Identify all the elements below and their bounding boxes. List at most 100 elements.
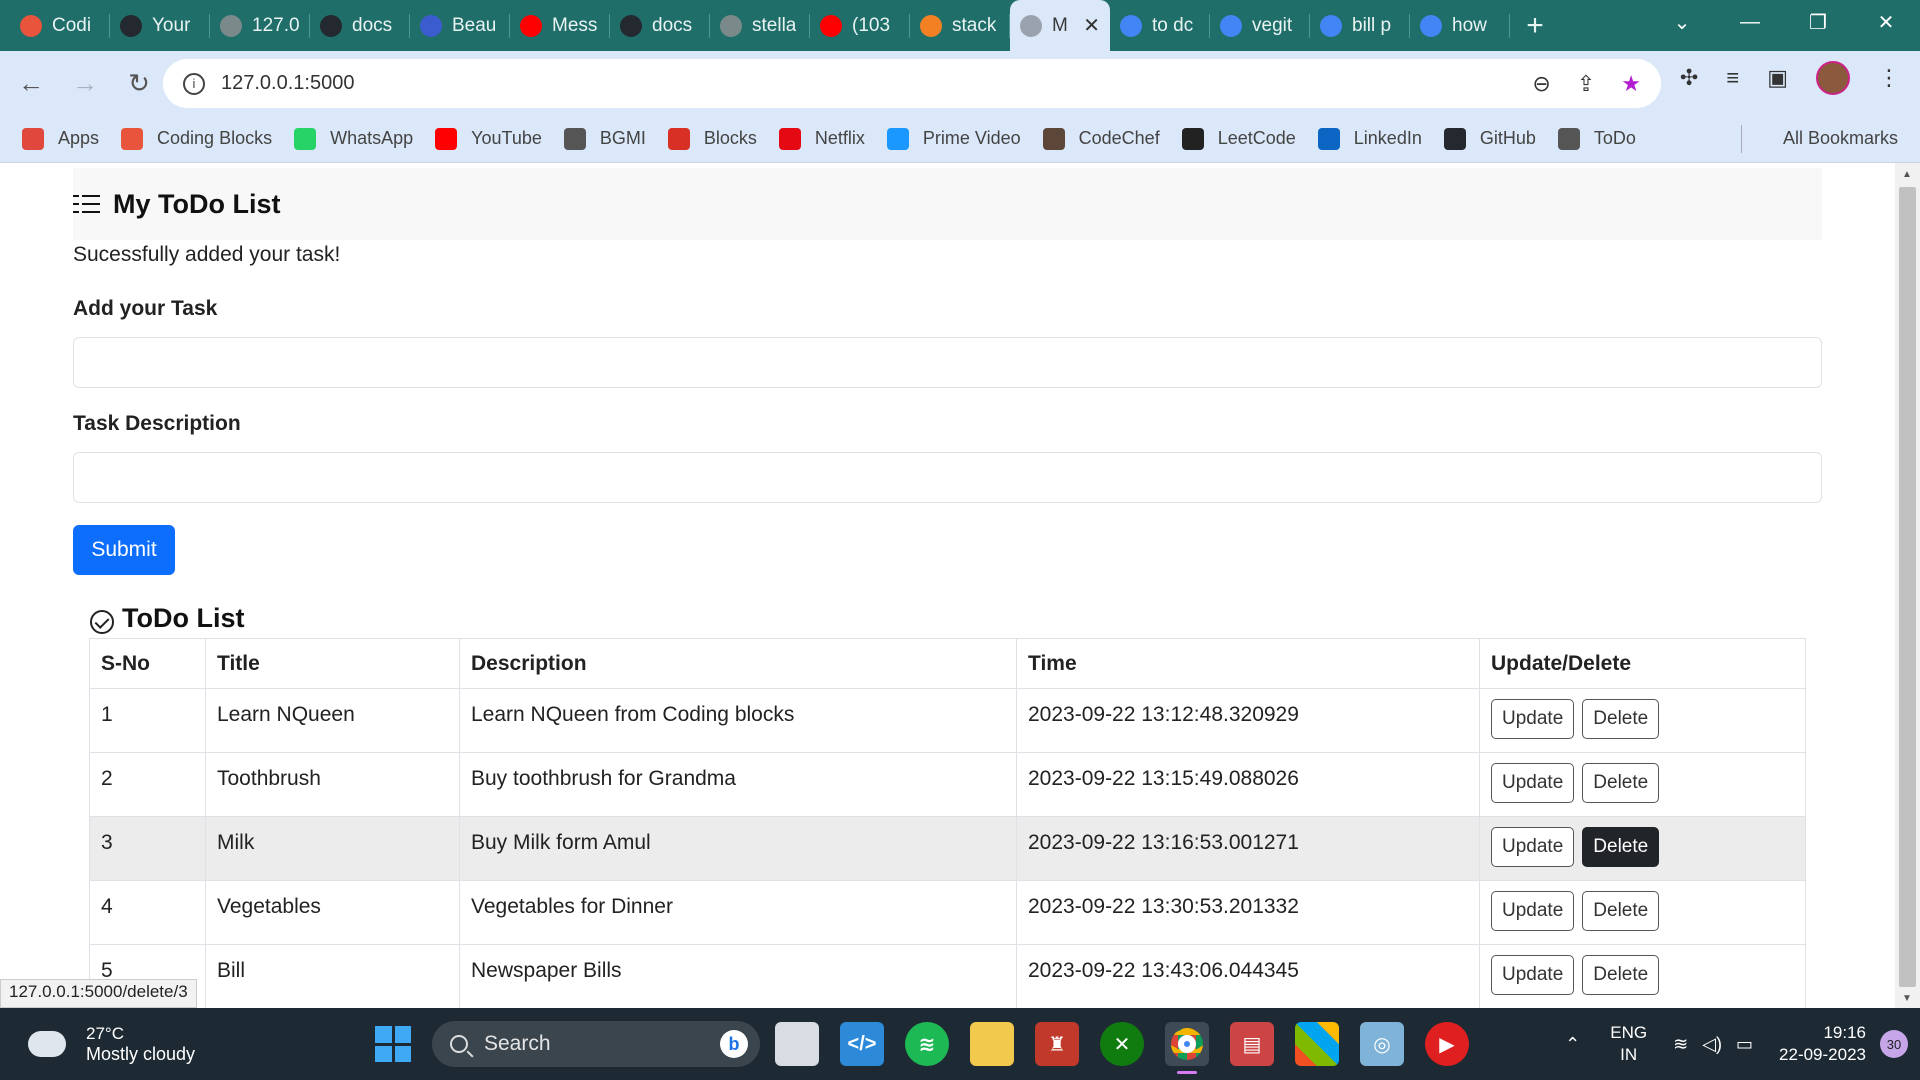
reload-button[interactable]: ↻ (116, 60, 162, 106)
extensions-icon[interactable]: ✣ (1680, 65, 1698, 91)
scrollbar-thumb[interactable] (1899, 187, 1916, 987)
browser-tab[interactable]: to dc (1110, 0, 1210, 51)
bookmark-item[interactable]: Apps (22, 127, 100, 150)
table-header-row: S-No Title Description Time Update/Delet… (89, 638, 1806, 689)
forward-button[interactable]: → (62, 60, 108, 106)
share-icon[interactable]: ⇪ (1577, 71, 1595, 97)
browser-tab[interactable]: Your (110, 0, 210, 51)
close-window-button[interactable]: ✕ (1852, 0, 1920, 44)
bookmark-item[interactable]: YouTube (435, 127, 542, 150)
bing-icon[interactable]: b (720, 1030, 748, 1058)
delete-button[interactable]: Delete (1582, 955, 1660, 995)
app-navbar: My ToDo List (73, 168, 1822, 240)
update-button[interactable]: Update (1491, 699, 1575, 739)
bookmark-star-icon[interactable]: ★ (1621, 71, 1641, 97)
profile-avatar[interactable] (1816, 61, 1850, 95)
battery-icon[interactable]: ▭ (1736, 1034, 1753, 1055)
close-tab-icon[interactable]: ✕ (1083, 13, 1100, 38)
globe-icon (220, 14, 242, 37)
tab-label: docs (652, 14, 693, 36)
description-input[interactable] (73, 452, 1822, 503)
bookmark-item[interactable]: LeetCode (1181, 127, 1296, 150)
clock[interactable]: 19:16 22-09-2023 (1779, 1022, 1866, 1066)
bookmark-item[interactable]: LinkedIn (1317, 127, 1422, 150)
update-button[interactable]: Update (1491, 891, 1575, 931)
file-explorer-icon[interactable] (970, 1022, 1014, 1066)
browser-tab[interactable]: bill p (1310, 0, 1410, 51)
new-tab-button[interactable]: + (1510, 0, 1560, 51)
task-input[interactable] (73, 337, 1822, 388)
browser-tab[interactable]: Mess (510, 0, 610, 51)
browser-tab[interactable]: how (1410, 0, 1510, 51)
delete-button[interactable]: Delete (1582, 891, 1660, 931)
photos-icon[interactable]: ◎ (1360, 1022, 1404, 1066)
tab-search-icon[interactable]: ⌄ (1648, 0, 1716, 44)
weather-widget[interactable]: 27°C Mostly cloudy (28, 1023, 195, 1065)
tab-list: Codi Your 127.0 docs Beau Mess docs stella (103 s… (0, 0, 1510, 51)
chrome-icon[interactable] (1165, 1022, 1209, 1074)
bookmark-label: Apps (58, 128, 100, 148)
address-bar[interactable]: i 127.0.0.1:5000 ⊖ ⇪ ★ (163, 59, 1661, 108)
all-bookmarks-button[interactable]: All Bookmarks (1783, 128, 1898, 149)
column-header-title: Title (205, 638, 460, 689)
update-button[interactable]: Update (1491, 827, 1575, 867)
browser-tab[interactable]: 127.0 (210, 0, 310, 51)
browser-tab[interactable]: Codi (10, 0, 110, 51)
coding-blocks-icon (20, 14, 42, 37)
task-view-icon[interactable] (775, 1022, 819, 1066)
update-button[interactable]: Update (1491, 763, 1575, 803)
browser-tab[interactable]: stack (910, 0, 1010, 51)
back-button[interactable]: ← (8, 60, 54, 106)
bookmark-label: YouTube (471, 128, 542, 148)
scroll-down-icon[interactable]: ▼ (1902, 993, 1912, 1004)
browser-tab[interactable]: (103 (810, 0, 910, 51)
cell-actions: Update Delete (1479, 944, 1806, 1008)
browser-tab[interactable]: stella (710, 0, 810, 51)
bookmark-item[interactable]: Blocks (667, 127, 757, 150)
restore-button[interactable]: ❐ (1784, 0, 1852, 44)
volume-icon[interactable]: ◁) (1702, 1034, 1722, 1055)
bookmark-item[interactable]: GitHub (1443, 127, 1536, 150)
browser-tab[interactable]: docs (310, 0, 410, 51)
scroll-up-icon[interactable]: ▲ (1902, 169, 1912, 180)
bookmark-item[interactable]: ToDo (1557, 127, 1636, 150)
menu-icon[interactable]: ⋮ (1878, 65, 1900, 91)
zoom-icon[interactable]: ⊖ (1532, 71, 1550, 97)
site-info-icon[interactable]: i (183, 72, 205, 95)
notification-badge[interactable]: 30 (1880, 1030, 1908, 1058)
minimize-button[interactable]: — (1716, 0, 1784, 44)
wifi-icon[interactable]: ≋ (1673, 1034, 1688, 1055)
page-scrollbar[interactable]: ▲ ▼ (1895, 163, 1920, 1008)
vscode-icon[interactable]: </> (840, 1022, 884, 1066)
bookmark-item[interactable]: Coding Blocks (121, 127, 272, 150)
reading-list-icon[interactable]: ≡ (1726, 65, 1739, 91)
bookmark-item[interactable]: BGMI (563, 127, 646, 150)
show-hidden-icons[interactable]: ⌃ (1565, 1034, 1580, 1055)
bookmark-item[interactable]: WhatsApp (294, 127, 413, 150)
bookmark-item[interactable]: Netflix (778, 127, 865, 150)
xbox-icon[interactable]: ✕ (1100, 1022, 1144, 1066)
youtube-music-icon[interactable]: ▶ (1425, 1022, 1469, 1066)
browser-tab[interactable]: vegit (1210, 0, 1310, 51)
start-button[interactable] (375, 1026, 411, 1062)
browser-tab[interactable]: M ✕ (1010, 0, 1110, 51)
delete-button[interactable]: Delete (1582, 763, 1660, 803)
taskbar-search[interactable]: Search b (432, 1021, 760, 1067)
bookmarks-divider (1741, 124, 1742, 153)
spotify-icon[interactable]: ≋ (905, 1022, 949, 1066)
side-panel-icon[interactable]: ▣ (1767, 65, 1788, 91)
bookmark-item[interactable]: Prime Video (886, 127, 1021, 150)
sublime-icon[interactable]: ▤ (1230, 1022, 1274, 1066)
browser-tab[interactable]: Beau (410, 0, 510, 51)
delete-button[interactable]: Delete (1582, 699, 1660, 739)
office-icon[interactable] (1295, 1022, 1339, 1066)
game-icon[interactable]: ♜ (1035, 1022, 1079, 1066)
globe-icon (1557, 127, 1580, 150)
language-indicator[interactable]: ENG IN (1610, 1022, 1647, 1066)
delete-button[interactable]: Delete (1582, 827, 1660, 867)
cell-actions: Update Delete (1479, 816, 1806, 881)
submit-button[interactable]: Submit (73, 525, 175, 575)
update-button[interactable]: Update (1491, 955, 1575, 995)
bookmark-item[interactable]: CodeChef (1042, 127, 1160, 150)
browser-tab[interactable]: docs (610, 0, 710, 51)
